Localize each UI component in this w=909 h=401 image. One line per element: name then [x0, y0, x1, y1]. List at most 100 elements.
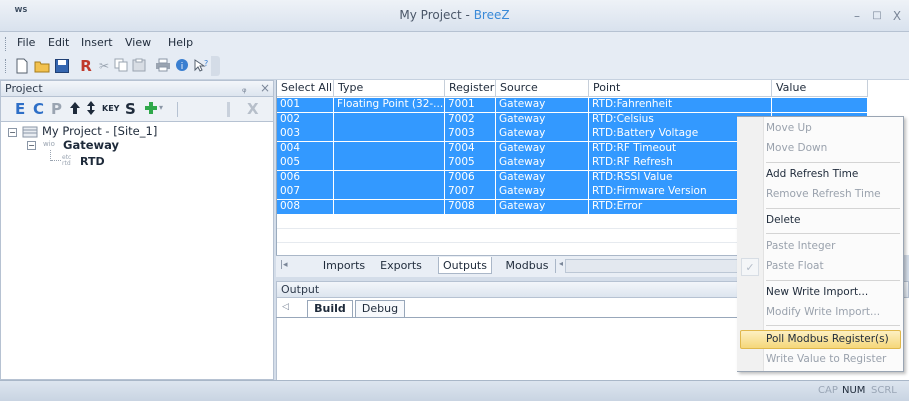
tab-scroll-icon[interactable]: ◂ [555, 259, 563, 273]
type-column-header[interactable]: Type [334, 80, 445, 97]
output-scroll-icon[interactable]: ◁ [282, 302, 289, 312]
tab-scroll-first-icon[interactable]: |◂ [280, 260, 288, 270]
row-number-cell[interactable]: 003 [277, 127, 334, 141]
menu-item-write-value-to-register[interactable]: Write Value to Register [766, 352, 886, 366]
source-column-header[interactable]: Source [496, 80, 589, 97]
menu-item-add-refresh-time[interactable]: Add Refresh Time [766, 167, 858, 181]
row-number-cell[interactable]: 008 [277, 199, 334, 214]
register-cell[interactable]: 7003 [445, 127, 496, 141]
move-updown-icon[interactable] [85, 100, 97, 120]
paste-icon[interactable] [131, 58, 147, 74]
menu-item-modify-write-import[interactable]: Modify Write Import... [766, 305, 880, 319]
open-icon[interactable] [34, 58, 50, 74]
cut-icon[interactable]: ✂ [96, 58, 112, 74]
c-button[interactable]: C [33, 100, 44, 118]
tab-imports[interactable]: Imports [318, 257, 370, 274]
row-number-cell[interactable]: 007 [277, 185, 334, 199]
tab-build[interactable]: Build [307, 300, 353, 317]
register-cell[interactable]: 7007 [445, 185, 496, 199]
menu-item-move-up[interactable]: Move Up [766, 121, 812, 135]
maximize-button[interactable]: □ [868, 8, 886, 24]
type-cell[interactable] [334, 112, 445, 127]
type-cell[interactable] [334, 156, 445, 170]
tree-collapse-icon[interactable]: − [8, 128, 17, 137]
tree-collapse-gateway-icon[interactable]: − [27, 141, 36, 150]
project-panel-header: Project ᵩ × [0, 80, 274, 97]
row-number-cell[interactable]: 002 [277, 112, 334, 127]
source-cell[interactable]: Gateway [496, 199, 589, 214]
save-icon[interactable] [54, 58, 70, 74]
tree-gateway-label[interactable]: Gateway [63, 138, 119, 152]
tree-root-label[interactable]: My Project - [Site_1] [42, 124, 157, 138]
r-icon[interactable]: R [78, 58, 94, 74]
register-cell[interactable]: 7002 [445, 112, 496, 127]
type-cell[interactable] [334, 199, 445, 214]
horizontal-scrollbar[interactable] [565, 259, 740, 273]
menu-item-paste-integer[interactable]: Paste Integer [766, 239, 835, 253]
pin-icon[interactable]: ᵩ [242, 82, 247, 95]
type-cell[interactable] [334, 170, 445, 185]
copy-icon[interactable] [113, 58, 129, 74]
source-cell[interactable]: Gateway [496, 127, 589, 141]
row-number-cell[interactable]: 004 [277, 141, 334, 156]
minimize-button[interactable]: – [848, 8, 866, 24]
type-cell[interactable] [334, 141, 445, 156]
table-row[interactable]: 001 Floating Point (32-... 7001 Gateway RTD:… [277, 98, 868, 112]
source-cell[interactable]: Gateway [496, 170, 589, 185]
value-column-header[interactable]: Value [772, 80, 868, 97]
menu-edit[interactable]: Edit [48, 36, 69, 49]
menu-item-remove-refresh-time[interactable]: Remove Refresh Time [766, 187, 881, 201]
menu-file[interactable]: File [17, 36, 35, 49]
tab-modbus[interactable]: Modbus [500, 257, 554, 274]
menu-insert[interactable]: Insert [81, 36, 113, 49]
tab-exports[interactable]: Exports [374, 257, 428, 274]
add-dropdown-icon[interactable]: ▾ [159, 103, 163, 112]
close-button[interactable]: X [888, 8, 906, 24]
source-cell[interactable]: Gateway [496, 141, 589, 156]
menu-item-paste-float[interactable]: Paste Float [766, 259, 824, 273]
value-cell[interactable] [772, 98, 868, 112]
e-button[interactable]: E [15, 100, 25, 118]
register-column-header[interactable]: Register [445, 80, 496, 97]
move-up-icon[interactable] [69, 100, 81, 120]
menu-item-move-down[interactable]: Move Down [766, 141, 827, 155]
source-cell[interactable]: Gateway [496, 156, 589, 170]
register-cell[interactable]: 7005 [445, 156, 496, 170]
menu-view[interactable]: View [125, 36, 151, 49]
help-icon[interactable]: ? [192, 58, 208, 74]
s-button[interactable]: S [125, 100, 136, 118]
type-cell[interactable] [334, 127, 445, 141]
add-icon[interactable] [144, 100, 158, 120]
menu-item-new-write-import[interactable]: New Write Import... [766, 285, 868, 299]
tree-rtd-label[interactable]: RTD [80, 155, 105, 168]
type-cell[interactable] [334, 185, 445, 199]
key-button[interactable]: KEY [102, 104, 119, 113]
source-cell[interactable]: Gateway [496, 98, 589, 112]
row-number-cell[interactable]: 005 [277, 156, 334, 170]
panel-close-icon[interactable]: × [260, 81, 270, 95]
about-icon[interactable]: i [174, 58, 190, 74]
print-icon[interactable] [155, 58, 171, 74]
menu-help[interactable]: Help [168, 36, 193, 49]
register-cell[interactable]: 7006 [445, 170, 496, 185]
register-cell[interactable]: 7004 [445, 141, 496, 156]
delete-button[interactable]: X [247, 100, 259, 118]
new-icon[interactable] [14, 58, 30, 74]
gateway-icon: wio [43, 140, 55, 148]
toolbar-overflow[interactable] [211, 56, 220, 76]
source-cell[interactable]: Gateway [496, 185, 589, 199]
point-column-header[interactable]: Point [589, 80, 772, 97]
register-cell[interactable]: 7008 [445, 199, 496, 214]
row-number-cell[interactable]: 001 [277, 98, 334, 112]
tab-debug[interactable]: Debug [355, 300, 405, 317]
p-button[interactable]: P [51, 100, 62, 118]
source-cell[interactable]: Gateway [496, 112, 589, 127]
row-number-cell[interactable]: 006 [277, 170, 334, 185]
menu-item-poll-modbus-registers[interactable]: Poll Modbus Register(s) [766, 332, 889, 346]
point-cell[interactable]: RTD:Fahrenheit [589, 98, 772, 112]
select-all-header[interactable]: Select All [277, 80, 334, 97]
tab-outputs[interactable]: Outputs [438, 257, 492, 274]
menu-item-delete[interactable]: Delete [766, 213, 801, 227]
register-cell[interactable]: 7001 [445, 98, 496, 112]
type-cell[interactable]: Floating Point (32-... [334, 98, 445, 112]
